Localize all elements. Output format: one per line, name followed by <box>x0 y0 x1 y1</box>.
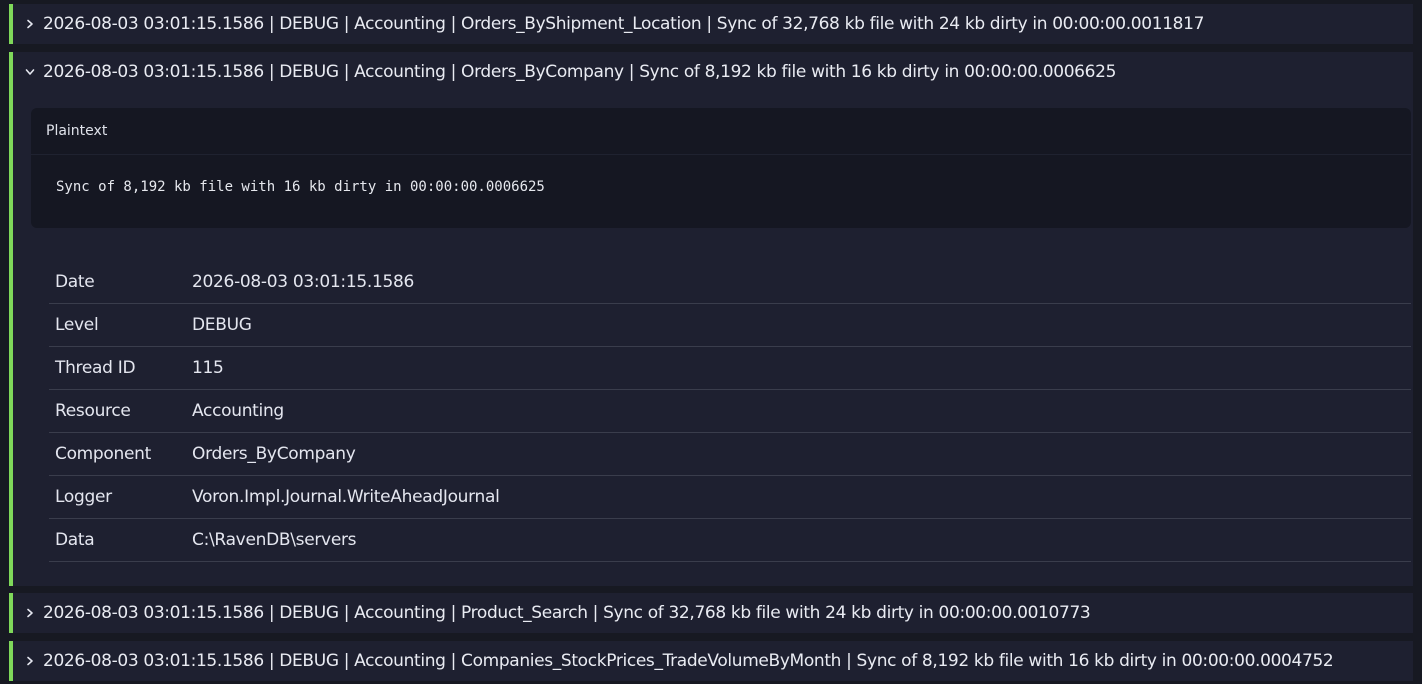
detail-key: Level <box>55 315 99 335</box>
detail-value: 2026-08-03 03:01:15.1586 <box>192 272 415 292</box>
details-table: Date 2026-08-03 03:01:15.1586 Level DEBU… <box>49 261 1411 562</box>
detail-key: Component <box>55 444 151 464</box>
log-entry-header[interactable]: 2026-08-03 03:01:15.1586 | DEBUG | Accou… <box>13 52 1413 92</box>
chevron-right-icon[interactable] <box>23 17 37 31</box>
plaintext-panel-body[interactable]: Sync of 8,192 kb file with 16 kb dirty i… <box>31 155 1411 195</box>
log-entry-expanded[interactable]: 2026-08-03 03:01:15.1586 | DEBUG | Accou… <box>9 52 1413 586</box>
detail-row-thread-id: Thread ID 115 <box>49 347 1411 390</box>
detail-row-level: Level DEBUG <box>49 304 1411 347</box>
detail-value: Voron.Impl.Journal.WriteAheadJournal <box>192 487 500 507</box>
log-entry-summary: 2026-08-03 03:01:15.1586 | DEBUG | Accou… <box>43 62 1117 82</box>
log-entry-summary: 2026-08-03 03:01:15.1586 | DEBUG | Accou… <box>43 651 1334 671</box>
detail-row-date: Date 2026-08-03 03:01:15.1586 <box>49 261 1411 304</box>
detail-row-data: Data C:\RavenDB\servers <box>49 519 1411 562</box>
log-entry-summary: 2026-08-03 03:01:15.1586 | DEBUG | Accou… <box>43 603 1091 623</box>
detail-value: Orders_ByCompany <box>192 444 356 464</box>
detail-key: Data <box>55 530 95 550</box>
chevron-right-icon[interactable] <box>23 606 37 620</box>
log-entry[interactable]: 2026-08-03 03:01:15.1586 | DEBUG | Accou… <box>9 593 1413 633</box>
detail-value: C:\RavenDB\servers <box>192 530 357 550</box>
plaintext-panel-title: Plaintext <box>31 108 1411 155</box>
detail-value: DEBUG <box>192 315 252 335</box>
log-entry[interactable]: 2026-08-03 03:01:15.1586 | DEBUG | Accou… <box>9 641 1413 681</box>
plaintext-panel: Plaintext Sync of 8,192 kb file with 16 … <box>31 108 1411 228</box>
log-entry[interactable]: 2026-08-03 03:01:15.1586 | DEBUG | Accou… <box>9 4 1413 44</box>
log-entry-header[interactable]: 2026-08-03 03:01:15.1586 | DEBUG | Accou… <box>13 641 1413 681</box>
log-list: 2026-08-03 03:01:15.1586 | DEBUG | Accou… <box>0 0 1422 684</box>
log-entry-summary: 2026-08-03 03:01:15.1586 | DEBUG | Accou… <box>43 14 1205 34</box>
detail-key: Date <box>55 272 95 292</box>
detail-key: Thread ID <box>55 358 136 378</box>
detail-row-logger: Logger Voron.Impl.Journal.WriteAheadJour… <box>49 476 1411 519</box>
log-entry-header[interactable]: 2026-08-03 03:01:15.1586 | DEBUG | Accou… <box>13 4 1413 44</box>
chevron-right-icon[interactable] <box>23 654 37 668</box>
detail-row-resource: Resource Accounting <box>49 390 1411 433</box>
detail-row-component: Component Orders_ByCompany <box>49 433 1411 476</box>
detail-value: Accounting <box>192 401 284 421</box>
detail-value: 115 <box>192 358 224 378</box>
detail-key: Logger <box>55 487 112 507</box>
detail-key: Resource <box>55 401 131 421</box>
chevron-down-icon[interactable] <box>23 65 37 79</box>
log-entry-header[interactable]: 2026-08-03 03:01:15.1586 | DEBUG | Accou… <box>13 593 1413 633</box>
